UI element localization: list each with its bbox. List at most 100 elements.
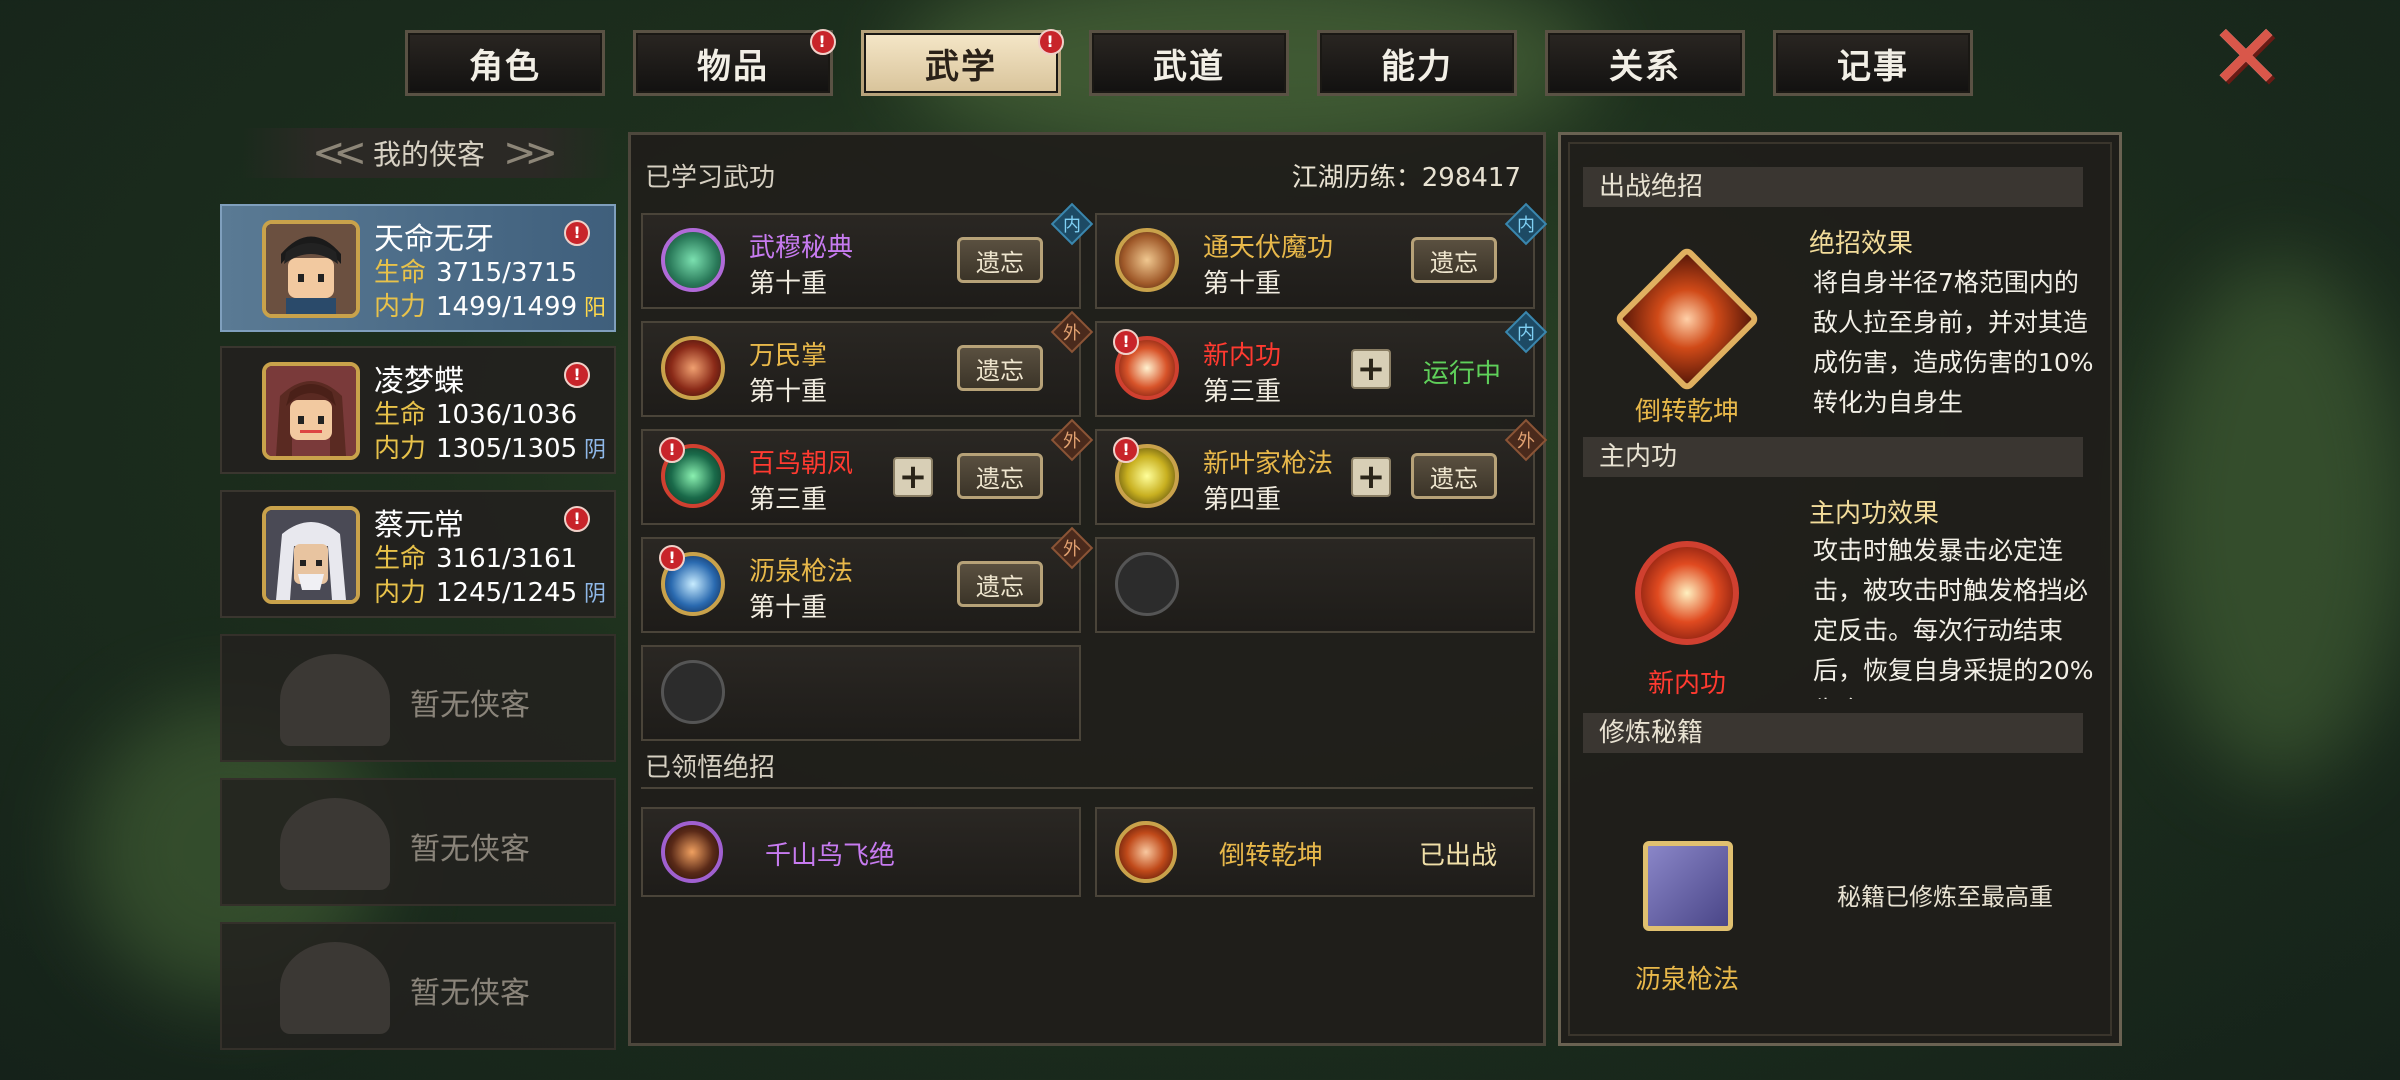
hero-card[interactable]: 凌梦蝶 生命 1036/1036 内力 1305/1305 阴 ! <box>220 346 616 474</box>
hp-label: 生命 <box>374 400 427 430</box>
hero-hp: 生命 3161/3161 <box>374 538 577 575</box>
tab-martial-way[interactable]: 武道 <box>1089 30 1289 96</box>
upgrade-plus-button[interactable]: + <box>1351 457 1391 497</box>
skill-slot[interactable]: ! 新内功 第三重 + 运行中 内 <box>1095 310 1548 417</box>
silhouette-icon <box>280 798 390 890</box>
tab-abilities[interactable]: 能力 <box>1317 30 1517 96</box>
tag-label: 外 <box>1063 323 1081 344</box>
yinyang-tag: 阴 <box>583 438 606 463</box>
hero-hp: 生命 3715/3715 <box>374 252 577 289</box>
divider <box>641 787 1533 789</box>
swirl-icon <box>1613 245 1761 393</box>
hero-avatar <box>262 506 360 604</box>
manual-book-icon <box>1643 841 1733 931</box>
tab-label: 武学 <box>925 46 997 87</box>
skill-name: 武穆秘典 <box>749 233 854 263</box>
inner-tag-icon: 内 <box>1504 202 1548 246</box>
notification-badge: ! <box>564 362 590 388</box>
inner-tag-icon: 内 <box>1050 202 1094 246</box>
tab-label: 物品 <box>697 46 769 87</box>
empty-label: 暂无侠客 <box>410 832 530 867</box>
skill-name: 沥泉枪法 <box>749 557 854 587</box>
hero-mp: 内力 1499/1499 <box>374 286 577 323</box>
skill-slot[interactable]: ! 百鸟朝凤 第三重 + 遗忘 外 <box>641 418 1094 525</box>
empty-label: 暂无侠客 <box>410 976 530 1011</box>
detail-panel: 出战绝招 倒转乾坤 绝招效果 将自身半径7格范围内的敌人拉至身前，并对其造成伤害… <box>1558 132 2122 1046</box>
hp-label: 生命 <box>374 544 427 574</box>
skill-level: 第十重 <box>749 269 828 299</box>
skill-name: 万民掌 <box>749 341 828 371</box>
forget-button[interactable]: 遗忘 <box>957 561 1043 607</box>
palm-skill-icon <box>661 336 725 400</box>
effect-text: 将自身半径7格范围内的敌人拉至身前，并对其造成伤害，造成伤害的10%转化为自身生 <box>1813 268 2094 415</box>
roster-title: 我的侠客 <box>372 138 485 171</box>
skill-name: 通天伏魔功 <box>1203 233 1334 263</box>
mp-value: 1245/1245 <box>436 578 578 608</box>
effect-text: 攻击时触发暴击必定连击，被攻击时触发格挡必定反击。每次行动结束后，恢复自身采提的… <box>1813 536 2094 699</box>
manual-header: 修炼秘籍 <box>1583 713 2083 753</box>
skill-slot[interactable]: 武穆秘典 第十重 遗忘 内 <box>641 202 1094 309</box>
learned-skills-title: 已学习武功 <box>645 163 776 193</box>
tag-label: 内 <box>1517 215 1535 236</box>
hero-card[interactable]: 天命无牙 生命 3715/3715 内力 1499/1499 阳 ! <box>220 204 616 332</box>
ultimates-title: 已领悟绝招 <box>645 753 776 783</box>
ultimate-slot[interactable]: 千山鸟飞绝 <box>641 807 1081 897</box>
tab-label: 关系 <box>1609 46 1681 87</box>
hero-mp: 内力 1245/1245 <box>374 572 577 609</box>
hp-value: 3161/3161 <box>436 544 578 574</box>
empty-hero-slot[interactable]: 暂无侠客 <box>220 922 616 1050</box>
mp-value: 1305/1305 <box>436 434 578 464</box>
close-icon[interactable]: ✕ <box>2206 13 2286 103</box>
inner-tag-icon: 内 <box>1504 310 1548 354</box>
inner-skill-name: 新内功 <box>1647 669 1726 699</box>
manual-skill-name: 沥泉枪法 <box>1634 965 1739 995</box>
skills-panel: 已学习武功 江湖历练：298417 武穆秘典 第十重 遗忘 内 通天伏魔功 第十… <box>628 132 1548 1046</box>
tab-martial-arts[interactable]: 武学! <box>861 29 1064 96</box>
empty-skill-slot[interactable] <box>1095 537 1535 633</box>
tab-journal[interactable]: 记事 <box>1773 30 1973 96</box>
upgrade-plus-button[interactable]: + <box>1351 349 1391 389</box>
main-inner-header: 主内功 <box>1583 437 2083 477</box>
notification-badge: ! <box>1113 437 1139 463</box>
left-chevron-icon[interactable]: << <box>312 130 367 176</box>
empty-hero-slot[interactable]: 暂无侠客 <box>220 634 616 762</box>
outer-tag-icon: 外 <box>1050 418 1094 462</box>
skill-slot[interactable]: 万民掌 第十重 遗忘 外 <box>641 310 1094 417</box>
tag-label: 内 <box>1517 323 1535 344</box>
jianghu-experience: 江湖历练：298417 <box>1291 163 1521 193</box>
forget-button[interactable]: 遗忘 <box>1411 237 1497 283</box>
mp-value: 1499/1499 <box>436 292 578 322</box>
mountain-bird-icon <box>661 821 723 883</box>
deployed-status: 已出战 <box>1418 841 1497 871</box>
tag-label: 外 <box>1517 431 1535 452</box>
skill-level: 第十重 <box>749 593 828 623</box>
forget-button[interactable]: 遗忘 <box>1411 453 1497 499</box>
tab-character[interactable]: 角色 <box>405 30 605 96</box>
forget-button[interactable]: 遗忘 <box>957 345 1043 391</box>
skill-slot[interactable]: 通天伏魔功 第十重 遗忘 内 <box>1095 202 1548 309</box>
hp-value: 3715/3715 <box>436 258 578 288</box>
empty-hero-slot[interactable]: 暂无侠客 <box>220 778 616 906</box>
silhouette-icon <box>280 654 390 746</box>
right-chevron-icon[interactable]: >> <box>503 130 558 176</box>
battle-ultimate-header: 出战绝招 <box>1583 167 2083 207</box>
hero-card[interactable]: 蔡元常 生命 3161/3161 内力 1245/1245 阴 ! <box>220 490 616 618</box>
skill-slot[interactable]: ! 沥泉枪法 第十重 遗忘 外 <box>641 526 1094 633</box>
tab-items[interactable]: 物品! <box>633 29 836 96</box>
skill-level: 第四重 <box>1203 485 1282 515</box>
empty-slot-icon <box>661 660 725 724</box>
forget-button[interactable]: 遗忘 <box>957 453 1043 499</box>
battle-skill-name: 倒转乾坤 <box>1634 397 1739 427</box>
mp-label: 内力 <box>374 292 427 322</box>
ultimate-slot[interactable]: 倒转乾坤 已出战 <box>1095 807 1535 897</box>
hero-hp: 生命 1036/1036 <box>374 394 577 431</box>
tab-label: 记事 <box>1837 46 1909 87</box>
upgrade-plus-button[interactable]: + <box>893 457 933 497</box>
skill-slot[interactable]: ! 新叶家枪法 第四重 + 遗忘 外 <box>1095 418 1548 525</box>
hp-value: 1036/1036 <box>436 400 578 430</box>
forget-button[interactable]: 遗忘 <box>957 237 1043 283</box>
empty-skill-slot[interactable] <box>641 645 1081 741</box>
notification-badge: ! <box>564 220 590 246</box>
hero-avatar <box>262 220 360 318</box>
tab-relations[interactable]: 关系 <box>1545 30 1745 96</box>
